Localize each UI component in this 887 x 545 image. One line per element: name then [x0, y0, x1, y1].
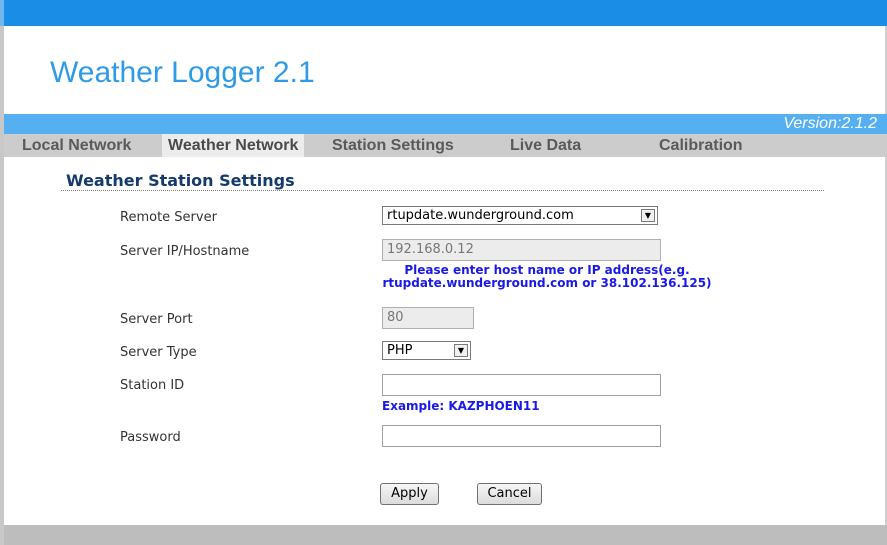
remote-server-select[interactable]: rtupdate.wunderground.com ▼ [382, 206, 658, 225]
server-ip-hint-line2: rtupdate.wunderground.com or 38.102.136.… [382, 276, 712, 290]
app-title: Weather Logger 2.1 [50, 56, 315, 89]
server-ip-hint: Please enter host name or IP address(e.g… [360, 264, 734, 290]
server-type-label: Server Type [120, 345, 197, 360]
password-input[interactable] [382, 425, 661, 447]
tab-weather-network[interactable]: Weather Network [162, 134, 305, 157]
version-label: Version:2.1.2 [783, 115, 877, 132]
tab-calibration[interactable]: Calibration [659, 134, 743, 157]
top-accent-bar [0, 0, 887, 26]
footer-bar [0, 525, 887, 545]
server-port-input[interactable]: 80 [382, 307, 474, 329]
server-ip-input[interactable]: 192.168.0.12 [382, 239, 661, 261]
password-label: Password [120, 430, 181, 445]
remote-server-value: rtupdate.wunderground.com [387, 208, 574, 223]
version-bar: Version:2.1.2 [0, 114, 887, 134]
tab-bar: Local Network Weather Network Station Se… [0, 134, 887, 157]
station-id-input[interactable] [382, 374, 661, 396]
tab-local-network[interactable]: Local Network [22, 134, 131, 157]
server-type-value: PHP [387, 343, 413, 358]
section-title: Weather Station Settings [66, 171, 295, 190]
cancel-button[interactable]: Cancel [477, 483, 542, 505]
station-id-hint: Example: KAZPHOEN11 [382, 399, 540, 413]
header: Weather Logger 2.1 [0, 26, 887, 114]
dropdown-arrow-icon[interactable]: ▼ [641, 209, 655, 222]
main-content: Weather Station Settings Remote Server r… [0, 157, 887, 525]
tab-live-data[interactable]: Live Data [510, 134, 581, 157]
server-port-label: Server Port [120, 312, 193, 327]
server-ip-label: Server IP/Hostname [120, 244, 250, 259]
dropdown-arrow-icon[interactable]: ▼ [454, 344, 468, 357]
section-divider [61, 190, 824, 191]
remote-server-label: Remote Server [120, 210, 217, 225]
tab-station-settings[interactable]: Station Settings [332, 134, 454, 157]
station-id-label: Station ID [120, 378, 185, 393]
apply-button[interactable]: Apply [380, 483, 439, 505]
server-type-select[interactable]: PHP ▼ [382, 341, 471, 360]
